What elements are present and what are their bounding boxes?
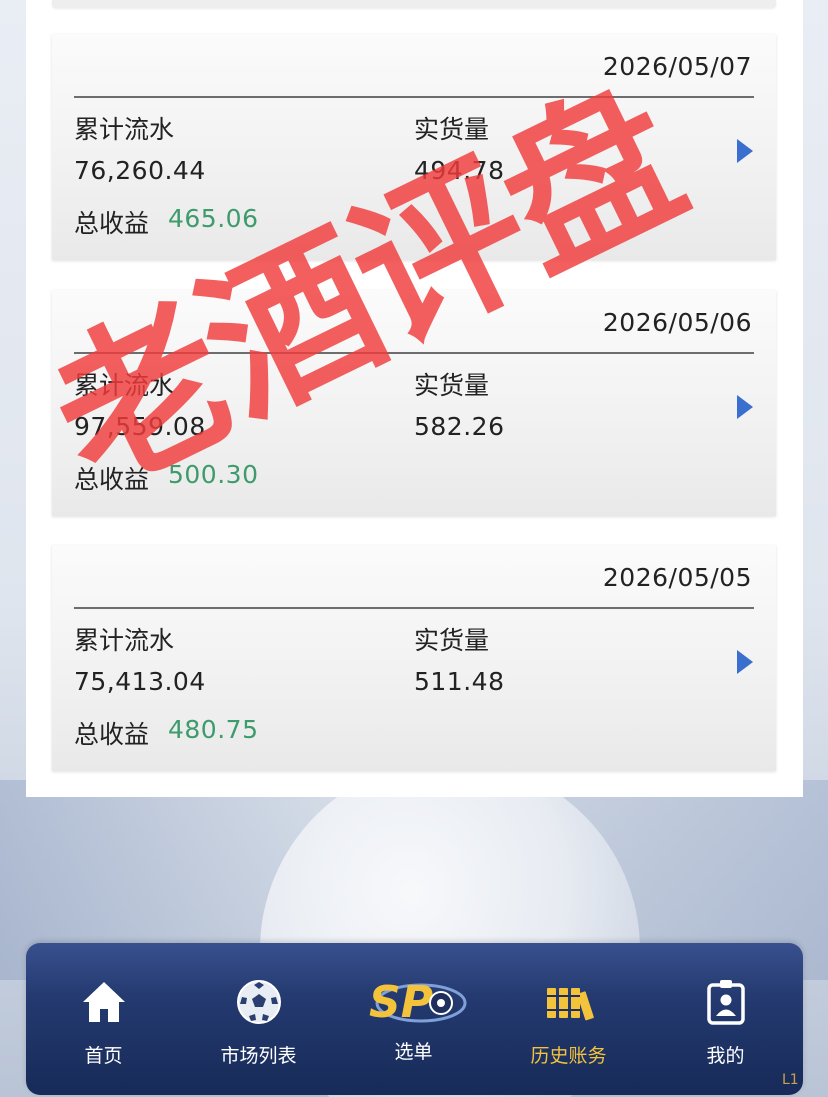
nav-label: 选单: [394, 1041, 433, 1063]
actual-volume-label: 实货量: [414, 626, 490, 655]
nav-label: 首页: [84, 1045, 123, 1067]
turnover-label: 累计流水: [74, 626, 175, 655]
chevron-right-icon[interactable]: [736, 394, 754, 420]
nav-item-select[interactable]: SP 选单: [336, 943, 491, 1095]
profit-label: 总收益: [74, 209, 150, 238]
turnover-value: 97,559.08: [74, 412, 206, 441]
corner-mark: L1: [782, 1072, 799, 1088]
divider: [74, 96, 754, 98]
turnover-value: 75,413.04: [74, 667, 206, 696]
turnover-label: 累计流水: [74, 371, 175, 400]
nav-item-profile[interactable]: 我的: [648, 943, 803, 1095]
sp-logo-text: SP: [369, 977, 433, 1028]
chevron-right-icon[interactable]: [736, 138, 754, 164]
actual-volume-value: 582.26: [414, 412, 505, 441]
turnover-label: 累计流水: [74, 115, 175, 144]
profit-value: 500.30: [168, 460, 259, 489]
ledger-icon: [544, 977, 594, 1027]
soccer-ball-icon: [234, 977, 284, 1027]
nav-label: 历史账务: [530, 1045, 607, 1067]
sp-logo-icon: SP: [359, 971, 469, 1031]
profit-label: 总收益: [74, 465, 150, 494]
actual-volume-value: 511.48: [414, 667, 505, 696]
actual-volume-value: 494.78: [414, 156, 505, 185]
turnover-value: 76,260.44: [74, 156, 206, 185]
record-card[interactable]: 2026/05/06 累计流水 实货量 97,559.08 582.26 总收益…: [52, 290, 776, 516]
actual-volume-label: 实货量: [414, 371, 490, 400]
profit-value: 465.06: [168, 204, 259, 233]
previous-card-edge: [52, 0, 776, 8]
record-date: 2026/05/06: [602, 308, 752, 337]
profit-label: 总收益: [74, 720, 150, 749]
nav-item-home[interactable]: 首页: [26, 943, 181, 1095]
record-card[interactable]: 2026/05/05 累计流水 实货量 75,413.04 511.48 总收益…: [52, 545, 776, 771]
record-date: 2026/05/05: [602, 563, 752, 592]
record-date: 2026/05/07: [602, 52, 752, 81]
nav-label: 市场列表: [220, 1045, 297, 1067]
record-card[interactable]: 2026/05/07 累计流水 实货量 76,260.44 494.78 总收益…: [52, 34, 776, 260]
nav-item-history-ledger[interactable]: 历史账务: [491, 943, 646, 1095]
divider: [74, 607, 754, 609]
home-icon: [79, 977, 129, 1027]
actual-volume-label: 实货量: [414, 115, 490, 144]
chevron-right-icon[interactable]: [736, 649, 754, 675]
profit-value: 480.75: [168, 715, 259, 744]
nav-item-market-list[interactable]: 市场列表: [181, 943, 336, 1095]
nav-label: 我的: [706, 1045, 745, 1067]
profile-badge-icon: [701, 977, 751, 1027]
bottom-nav: 首页 市场列表 SP 选单 历史账务 我的: [26, 943, 803, 1095]
divider: [74, 352, 754, 354]
